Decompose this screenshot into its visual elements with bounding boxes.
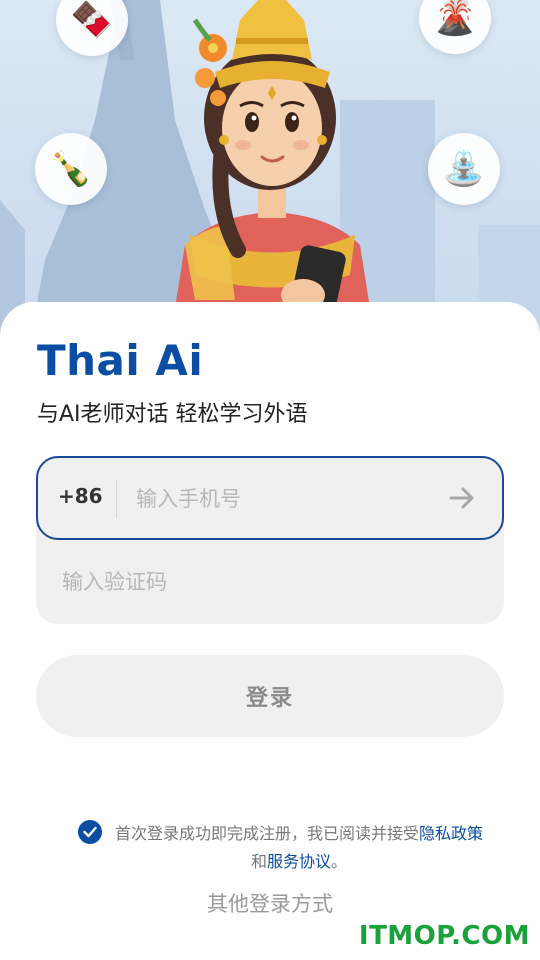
country-code-selector[interactable]: +86 bbox=[58, 484, 103, 508]
champagne-bubble: 🍾 bbox=[35, 133, 107, 205]
fountain-icon: ⛲ bbox=[442, 149, 486, 189]
verification-code-input[interactable] bbox=[60, 563, 464, 601]
privacy-policy-link[interactable]: 隐私政策 bbox=[419, 824, 483, 843]
phone-input[interactable] bbox=[134, 480, 428, 518]
agreement-suffix: 。 bbox=[331, 852, 348, 871]
check-icon bbox=[83, 826, 97, 838]
agreement-checkbox[interactable] bbox=[78, 820, 102, 844]
divider bbox=[116, 480, 117, 518]
terms-link[interactable]: 服务协议 bbox=[267, 852, 331, 871]
agreement-text: 首次登录成功即完成注册，我已阅读并接受隐私政策和服务协议。 bbox=[114, 820, 484, 876]
watermark: ITMOP.COM bbox=[358, 921, 530, 951]
phone-row: +86 bbox=[36, 456, 504, 540]
hero-banner: 🍫 🌋 🍾 ⛲ bbox=[0, 0, 540, 340]
chocolate-icon: 🍫 bbox=[70, 0, 114, 40]
app-title: Thai Ai bbox=[37, 336, 204, 385]
app-subtitle: 与AI老师对话 轻松学习外语 bbox=[37, 402, 308, 427]
champagne-icon: 🍾 bbox=[49, 149, 93, 189]
volcano-icon: 🌋 bbox=[433, 0, 477, 38]
fountain-bubble: ⛲ bbox=[428, 133, 500, 205]
other-login-methods-link[interactable]: 其他登录方式 bbox=[0, 888, 540, 918]
login-button[interactable]: 登录 bbox=[36, 655, 504, 737]
agreement-connector: 和 bbox=[250, 852, 267, 871]
arrow-right-icon[interactable] bbox=[444, 480, 480, 516]
agreement-prefix: 首次登录成功即完成注册，我已阅读并接受 bbox=[114, 824, 419, 843]
